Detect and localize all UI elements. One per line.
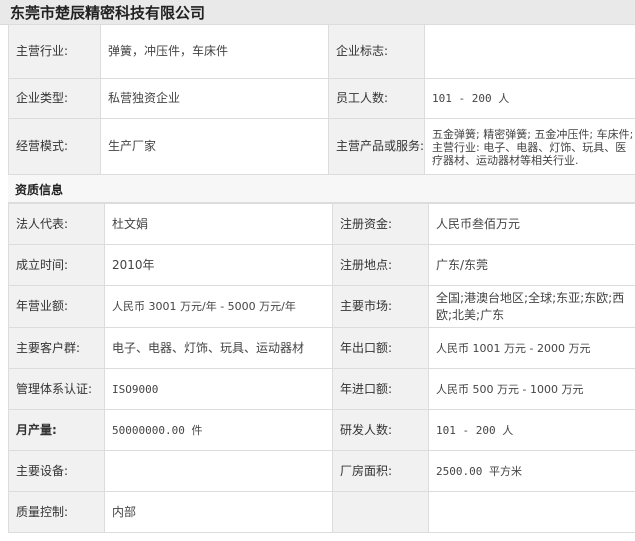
main-customers-value: 电子、电器、灯饰、玩具、运动器材 bbox=[104, 327, 333, 369]
main-products-label: 主营产品或服务: bbox=[328, 118, 425, 175]
main-industry-label: 主营行业: bbox=[8, 24, 101, 79]
monthly-output-label: 月产量: bbox=[8, 409, 105, 451]
table-row: 企业类型: 私营独资企业 员工人数: 101 - 200 人 bbox=[8, 78, 635, 119]
basic-info-table: 主营行业: 弹簧，冲压件，车床件 企业标志: 企业类型: 私营独资企业 员工人数… bbox=[8, 24, 635, 175]
qualification-section-title: 资质信息 bbox=[15, 183, 64, 197]
table-row: 年营业额: 人民币 3001 万元/年 - 5000 万元/年 主要市场: 全国… bbox=[8, 285, 635, 328]
main-customers-label: 主要客户群: bbox=[8, 327, 105, 369]
logo-label: 企业标志: bbox=[328, 24, 425, 79]
main-industry-value: 弹簧，冲压件，车床件 bbox=[100, 24, 329, 79]
logo-value bbox=[424, 24, 635, 79]
reg-capital-label: 注册资金: bbox=[332, 203, 429, 245]
employees-label: 员工人数: bbox=[328, 78, 425, 119]
company-profile-page: 东莞市楚辰精密科技有限公司 主营行业: 弹簧，冲压件，车床件 企业标志: 企业类… bbox=[0, 0, 635, 541]
annual-import-value: 人民币 500 万元 - 1000 万元 bbox=[428, 368, 635, 410]
annual-export-value: 人民币 1001 万元 - 2000 万元 bbox=[428, 327, 635, 369]
cert-value: ISO9000 bbox=[104, 368, 333, 410]
table-row: 法人代表: 杜文娟 注册资金: 人民币叁佰万元 bbox=[8, 203, 635, 245]
main-market-value: 全国;港澳台地区;全球;东亚;东欧;西欧;北美;广东 bbox=[428, 285, 635, 328]
annual-import-label: 年进口额: bbox=[332, 368, 429, 410]
equipment-value bbox=[104, 450, 333, 492]
qualification-table: 法人代表: 杜文娟 注册资金: 人民币叁佰万元 成立时间: 2010年 注册地点… bbox=[8, 203, 635, 533]
table-row: 主营行业: 弹簧，冲压件，车床件 企业标志: bbox=[8, 24, 635, 79]
table-row: 质量控制: 内部 bbox=[8, 491, 635, 533]
rd-staff-value: 101 - 200 人 bbox=[428, 409, 635, 451]
company-type-value: 私营独资企业 bbox=[100, 78, 329, 119]
legal-rep-label: 法人代表: bbox=[8, 203, 105, 245]
employees-value: 101 - 200 人 bbox=[424, 78, 635, 119]
reg-capital-value: 人民币叁佰万元 bbox=[428, 203, 635, 245]
legal-rep-value: 杜文娟 bbox=[104, 203, 333, 245]
main-products-value: 五金弹簧; 精密弹簧; 五金冲压件; 车床件; 主营行业: 电子、电器、灯饰、玩… bbox=[424, 118, 635, 175]
reg-location-label: 注册地点: bbox=[332, 244, 429, 286]
company-name: 东莞市楚辰精密科技有限公司 bbox=[10, 4, 206, 22]
empty-value-cell bbox=[428, 491, 635, 533]
table-row: 主要客户群: 电子、电器、灯饰、玩具、运动器材 年出口额: 人民币 1001 万… bbox=[8, 327, 635, 369]
monthly-output-value: 50000000.00 件 bbox=[104, 409, 333, 451]
main-market-label: 主要市场: bbox=[332, 285, 429, 328]
annual-revenue-label: 年营业额: bbox=[8, 285, 105, 328]
annual-export-label: 年出口额: bbox=[332, 327, 429, 369]
cert-label: 管理体系认证: bbox=[8, 368, 105, 410]
equipment-label: 主要设备: bbox=[8, 450, 105, 492]
plant-area-value: 2500.00 平方米 bbox=[428, 450, 635, 492]
quality-control-value: 内部 bbox=[104, 491, 333, 533]
reg-location-value: 广东/东莞 bbox=[428, 244, 635, 286]
founded-label: 成立时间: bbox=[8, 244, 105, 286]
company-type-label: 企业类型: bbox=[8, 78, 101, 119]
business-mode-label: 经营模式: bbox=[8, 118, 101, 175]
table-row: 月产量: 50000000.00 件 研发人数: 101 - 200 人 bbox=[8, 409, 635, 451]
annual-revenue-value: 人民币 3001 万元/年 - 5000 万元/年 bbox=[104, 285, 333, 328]
empty-label-cell bbox=[332, 491, 429, 533]
qualification-section-header: 资质信息 bbox=[8, 174, 635, 203]
table-row: 管理体系认证: ISO9000 年进口额: 人民币 500 万元 - 1000 … bbox=[8, 368, 635, 410]
founded-value: 2010年 bbox=[104, 244, 333, 286]
business-mode-value: 生产厂家 bbox=[100, 118, 329, 175]
table-row: 成立时间: 2010年 注册地点: 广东/东莞 bbox=[8, 244, 635, 286]
table-row: 经营模式: 生产厂家 主营产品或服务: 五金弹簧; 精密弹簧; 五金冲压件; 车… bbox=[8, 118, 635, 175]
company-title-bar: 东莞市楚辰精密科技有限公司 bbox=[0, 0, 635, 25]
quality-control-label: 质量控制: bbox=[8, 491, 105, 533]
table-row: 主要设备: 厂房面积: 2500.00 平方米 bbox=[8, 450, 635, 492]
rd-staff-label: 研发人数: bbox=[332, 409, 429, 451]
plant-area-label: 厂房面积: bbox=[332, 450, 429, 492]
